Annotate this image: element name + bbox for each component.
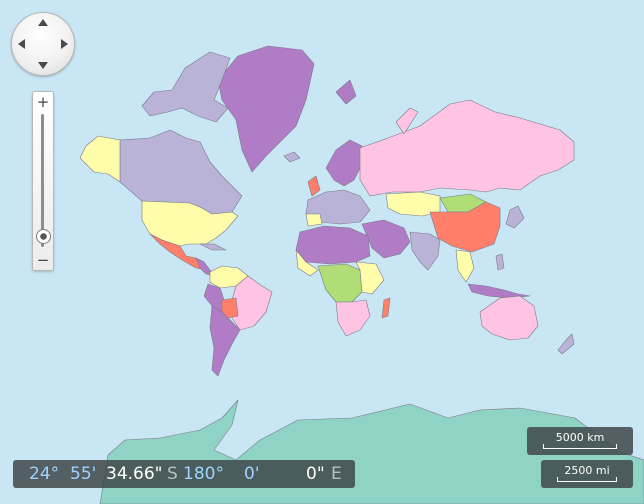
- scale-bar-metric: 5000 km: [527, 427, 633, 455]
- longitude-hemisphere: E: [331, 464, 342, 484]
- pan-right-arrow-icon[interactable]: [61, 39, 68, 49]
- spain: [305, 213, 323, 227]
- zoom-control: + −: [32, 91, 54, 271]
- zoom-in-button[interactable]: +: [33, 93, 53, 111]
- latitude-seconds: 34.66": [106, 464, 163, 484]
- scale-metric-bar: [543, 444, 617, 449]
- scale-metric-label: 5000 km: [555, 431, 605, 444]
- latitude-hemisphere: S: [167, 464, 178, 484]
- latitude-degrees: 24°: [29, 464, 60, 484]
- latitude-minutes: 55': [70, 464, 97, 484]
- scale-imperial-label: 2500 mi: [564, 464, 610, 477]
- coordinate-readout: 24° 55' 34.66" S 180° 0' 0" E: [13, 460, 355, 488]
- zoom-slider-thumb[interactable]: [36, 229, 51, 245]
- longitude-minutes: 0': [244, 464, 260, 484]
- zoom-track[interactable]: [41, 114, 44, 247]
- scale-imperial-bar: [557, 477, 617, 482]
- longitude-seconds: 0": [306, 464, 325, 484]
- pan-down-arrow-icon[interactable]: [38, 62, 48, 69]
- pan-control[interactable]: [11, 12, 75, 76]
- pan-left-arrow-icon[interactable]: [18, 39, 25, 49]
- north-africa: [295, 225, 371, 265]
- longitude-degrees: 180°: [183, 464, 224, 484]
- scale-bar-imperial: 2500 mi: [541, 460, 633, 488]
- zoom-out-button[interactable]: −: [33, 251, 53, 269]
- pan-up-arrow-icon[interactable]: [38, 19, 48, 26]
